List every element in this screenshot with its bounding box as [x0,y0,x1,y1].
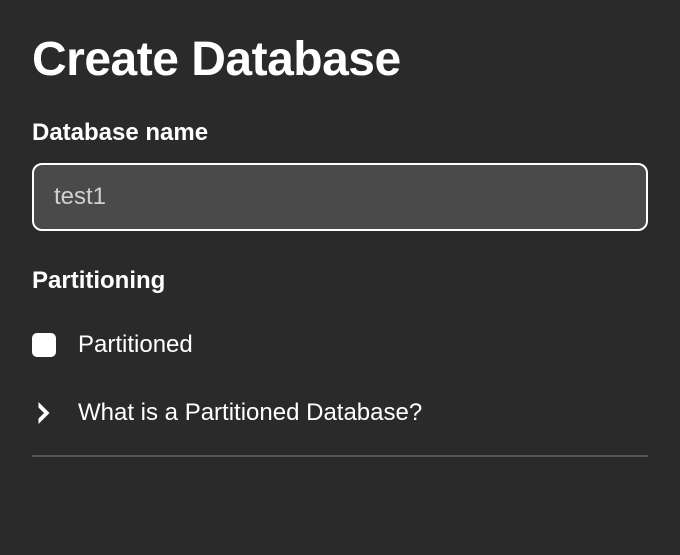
page-title: Create Database [32,32,648,87]
partitioning-section-label: Partitioning [32,267,648,295]
divider [32,455,648,457]
chevron-right-icon [32,401,56,425]
partitioned-checkbox-label: Partitioned [78,331,193,359]
partitioned-checkbox-row[interactable]: Partitioned [32,331,648,359]
database-name-input[interactable] [32,163,648,231]
database-name-label: Database name [32,119,648,147]
partitioned-checkbox[interactable] [32,333,56,357]
partitioned-help-label: What is a Partitioned Database? [78,399,422,427]
partitioned-help-toggle[interactable]: What is a Partitioned Database? [32,399,648,427]
